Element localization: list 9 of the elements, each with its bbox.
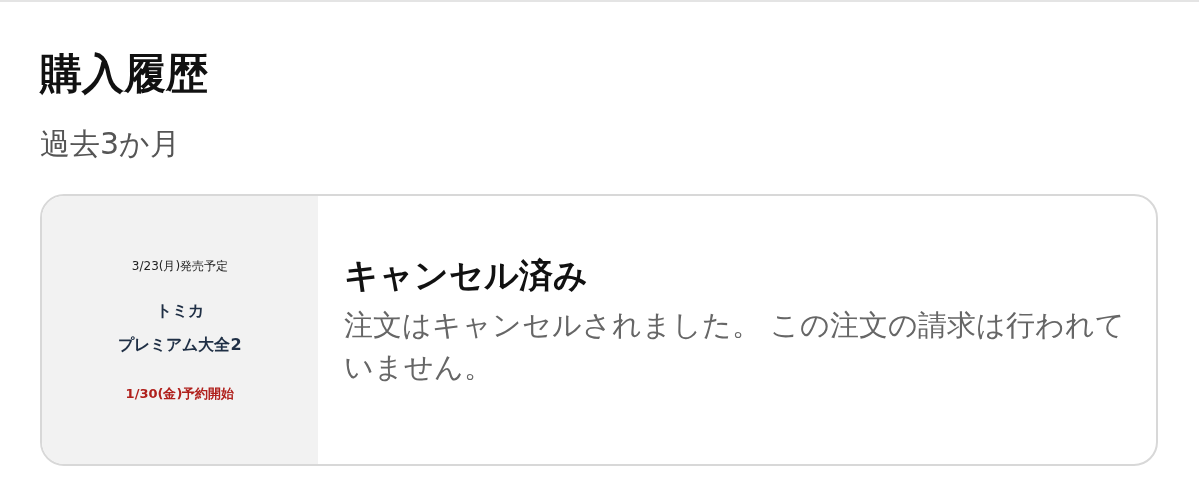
- thumbnail-text: 1/30(金)予約開始: [125, 385, 235, 403]
- order-status: キャンセル済み: [344, 254, 589, 297]
- period-label: 過去3か月: [40, 125, 182, 163]
- thumbnail-text: 3/23(月)発売予定: [131, 258, 229, 275]
- thumbnail-text: トミカ: [156, 300, 204, 322]
- order-card[interactable]: 3/23(月)発売予定 トミカ プレミアム大全2 1/30(金)予約開始 キャンセル済み 注文はキャンセルされました。 この注文の請求は行われていません。: [40, 194, 1158, 466]
- thumbnail-text: プレミアム大全2: [118, 334, 242, 356]
- page-title: 購入履歴: [40, 48, 209, 100]
- order-message: 注文はキャンセルされました。 この注文の請求は行われていません。: [344, 307, 1127, 386]
